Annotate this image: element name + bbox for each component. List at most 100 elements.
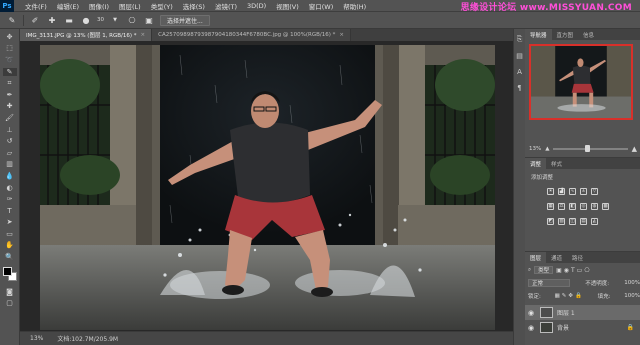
exposure-icon[interactable]: ± — [580, 188, 587, 195]
menu-type[interactable]: 类型(Y) — [146, 1, 178, 11]
document-canvas-image[interactable] — [40, 45, 495, 330]
layer-row-background[interactable]: ◉ 背景 🔒 — [525, 320, 640, 335]
fill-value[interactable]: 100% — [624, 293, 640, 299]
channel-mixer-icon[interactable]: ◍ — [591, 203, 598, 210]
adjustment-row-1: ☀ ▟ ∿ ± ▽ — [547, 188, 598, 195]
tab-ca257098[interactable]: CA25709898793987904180344F6780BC.jpg @ 1… — [152, 29, 352, 41]
menu-image[interactable]: 图像(I) — [84, 1, 114, 11]
sample-all-icon[interactable]: ⎔ — [126, 15, 138, 26]
color-balance-icon[interactable]: ⚖ — [558, 203, 565, 210]
tab-navigator[interactable]: 导航器 — [525, 29, 552, 40]
levels-icon[interactable]: ▟ — [558, 188, 565, 195]
tab-histogram[interactable]: 直方图 — [552, 29, 579, 40]
auto-enhance-icon[interactable]: ▣ — [143, 15, 155, 26]
subtract-selection-icon[interactable]: ▬ — [63, 15, 75, 26]
selective-color-icon[interactable]: ◭ — [591, 218, 598, 225]
paragraph-icon[interactable]: ¶ — [517, 84, 521, 92]
quick-selection-tool-icon[interactable]: ✎ — [2, 67, 17, 77]
vibrance-icon[interactable]: ▽ — [591, 188, 598, 195]
brightness-contrast-icon[interactable]: ☀ — [547, 188, 554, 195]
marquee-tool-icon[interactable]: ⬚ — [3, 45, 17, 54]
hand-tool-icon[interactable]: ✋ — [3, 242, 17, 251]
new-selection-icon[interactable]: ✐ — [29, 15, 41, 26]
tab-paths[interactable]: 路径 — [567, 252, 588, 263]
collapsed-panel-dock: ⎘ ▤ A ¶ — [513, 29, 525, 345]
black-white-icon[interactable]: ◧ — [569, 203, 576, 210]
hue-saturation-icon[interactable]: ▦ — [547, 203, 554, 210]
blur-tool-icon[interactable]: 💧 — [3, 172, 17, 181]
brush-preset-icon[interactable]: ● — [80, 15, 92, 26]
threshold-icon[interactable]: ◫ — [569, 218, 576, 225]
layer-kind-select[interactable]: 类型 — [534, 266, 554, 274]
menu-file[interactable]: 文件(F) — [20, 1, 52, 11]
navigator-zoom-value[interactable]: 13% — [529, 146, 541, 152]
canvas-area[interactable] — [20, 41, 513, 331]
foreground-color-swatch[interactable] — [2, 266, 12, 276]
menu-view[interactable]: 视图(V) — [271, 1, 304, 11]
close-icon[interactable]: × — [141, 32, 146, 38]
zoom-tool-icon[interactable]: 🔍 — [3, 253, 17, 262]
lasso-tool-icon[interactable]: ➰ — [3, 56, 17, 65]
menu-3d[interactable]: 3D(D) — [242, 2, 271, 10]
gradient-map-icon[interactable]: ▤ — [580, 218, 587, 225]
properties-icon[interactable]: ▤ — [516, 52, 523, 60]
menu-edit[interactable]: 编辑(E) — [52, 1, 84, 11]
select-and-mask-button[interactable]: 选择并遮住... — [160, 14, 210, 26]
layer-row-layer1[interactable]: ◉ 图层 1 — [525, 305, 640, 320]
chevron-down-icon[interactable]: ▼ — [109, 15, 121, 26]
navigator-thumbnail[interactable] — [529, 44, 633, 120]
screen-mode-icon[interactable]: ▢ — [3, 299, 17, 308]
character-icon[interactable]: A — [517, 68, 522, 76]
brush-tool-icon[interactable]: 🖌 — [3, 114, 17, 123]
zoom-in-icon[interactable]: ▲ — [632, 145, 637, 153]
crop-tool-icon[interactable]: ⌗ — [3, 79, 17, 88]
curves-icon[interactable]: ∿ — [569, 188, 576, 195]
menu-layer[interactable]: 图层(L) — [114, 1, 146, 11]
history-icon[interactable]: ⎘ — [517, 35, 523, 44]
navigator-preview — [531, 46, 631, 118]
blend-mode-select[interactable]: 正常 — [528, 279, 570, 287]
pen-tool-icon[interactable]: ✑ — [3, 195, 17, 204]
zoom-slider-handle[interactable] — [584, 145, 590, 152]
menu-help[interactable]: 帮助(H) — [338, 1, 371, 11]
eraser-tool-icon[interactable]: ▱ — [3, 149, 17, 158]
invert-icon[interactable]: ◩ — [547, 218, 554, 225]
quick-selection-icon[interactable]: ✎ — [6, 15, 18, 26]
healing-brush-tool-icon[interactable]: ✚ — [3, 103, 17, 112]
add-selection-icon[interactable]: ✚ — [46, 15, 58, 26]
zoom-out-icon[interactable]: ▲ — [545, 146, 549, 152]
lock-icons[interactable]: ▦✎✥🔒 — [555, 293, 584, 299]
menu-filter[interactable]: 滤镜(T) — [210, 1, 242, 11]
zoom-level[interactable]: 13% — [30, 335, 43, 342]
type-tool-icon[interactable]: T — [3, 207, 17, 216]
menu-window[interactable]: 窗口(W) — [304, 1, 339, 11]
photo-filter-icon[interactable]: ◎ — [580, 203, 587, 210]
close-icon[interactable]: × — [339, 32, 344, 38]
move-tool-icon[interactable]: ✥ — [3, 33, 17, 42]
navigator-zoom-slider[interactable] — [553, 145, 628, 152]
path-selection-tool-icon[interactable]: ➤ — [3, 219, 17, 228]
visibility-eye-icon[interactable]: ◉ — [528, 324, 536, 332]
dodge-tool-icon[interactable]: ◐ — [3, 184, 17, 193]
rectangle-tool-icon[interactable]: ▭ — [3, 230, 17, 239]
gradient-tool-icon[interactable]: ▥ — [3, 161, 17, 170]
tab-layers[interactable]: 图层 — [525, 252, 547, 263]
menu-select[interactable]: 选择(S) — [178, 1, 210, 11]
clone-stamp-tool-icon[interactable]: ⊥ — [3, 126, 17, 135]
history-brush-tool-icon[interactable]: ↺ — [3, 137, 17, 146]
tab-info[interactable]: 信息 — [578, 29, 599, 40]
visibility-eye-icon[interactable]: ◉ — [528, 309, 536, 317]
tab-img-3131[interactable]: IMG_3131.JPG @ 13% (图层 1, RGB/16) * × — [20, 29, 153, 41]
filter-icons[interactable]: ▣◉T▭⎔ — [556, 267, 591, 274]
tab-channels[interactable]: 通道 — [546, 252, 567, 263]
color-lookup-icon[interactable]: ▩ — [602, 203, 609, 210]
quick-mask-icon[interactable]: ◙ — [3, 288, 17, 297]
layer-name: 图层 1 — [557, 310, 575, 317]
tab-styles[interactable]: 样式 — [546, 158, 567, 169]
tab-adjustments[interactable]: 调整 — [525, 158, 547, 169]
opacity-value[interactable]: 100% — [624, 280, 640, 286]
brush-size-value[interactable]: 30 — [97, 17, 104, 23]
posterize-icon[interactable]: ▧ — [558, 218, 565, 225]
eyedropper-tool-icon[interactable]: ✒ — [3, 91, 17, 100]
color-swatches[interactable] — [2, 266, 17, 281]
